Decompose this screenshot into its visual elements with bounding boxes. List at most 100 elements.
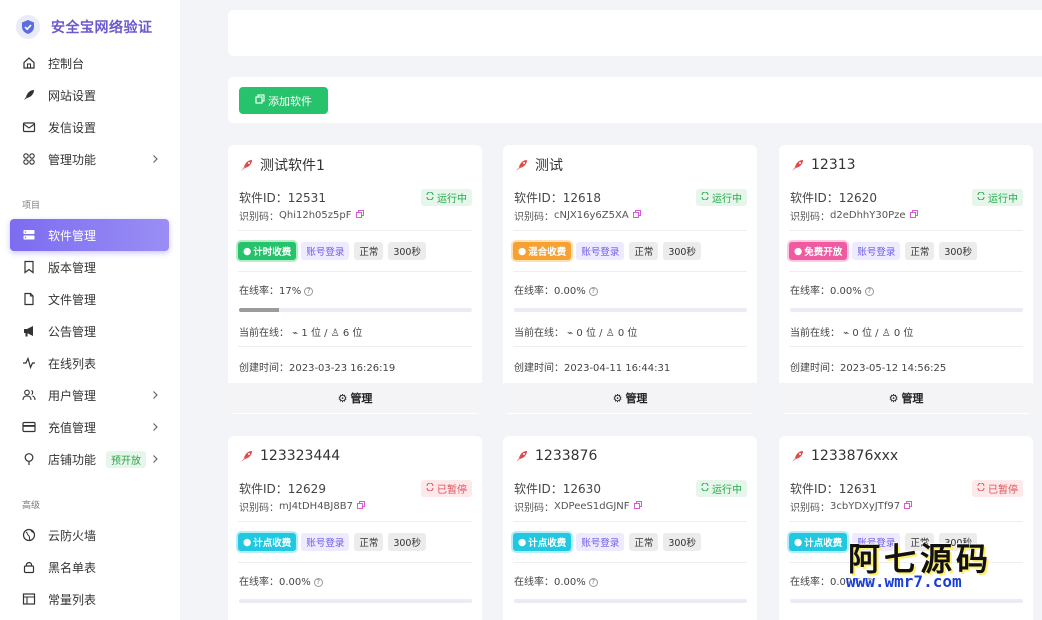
sidebar-item-label: 公告管理 (48, 324, 97, 339)
sidebar-item-shop[interactable]: 店铺功能 预开放 (0, 443, 180, 475)
sidebar-item-firewall[interactable]: 云防火墙 (0, 519, 180, 551)
billing-type-tag: ● 免费开放 (789, 242, 848, 260)
login-mode-tag: 账号登录 (576, 242, 625, 260)
sidebar-item-site-settings[interactable]: 网站设置 (0, 79, 180, 111)
billing-type-tag: ● 计点收费 (238, 533, 297, 551)
status-badge[interactable]: 已暂停 (421, 480, 472, 497)
globe-icon (22, 528, 36, 542)
total-count: 6 位 (342, 328, 363, 339)
sidebar-item-dashboard[interactable]: 控制台 (0, 47, 180, 79)
login-mode-tag: 账号登录 (301, 242, 350, 260)
online-count: 0 位 / (852, 328, 879, 339)
brand[interactable]: 安全宝网络验证 (0, 0, 180, 54)
sidebar-item-management[interactable]: 管理功能 (0, 143, 180, 175)
copy-icon[interactable] (357, 500, 365, 512)
state-tag: 正常 (354, 533, 384, 551)
sidebar-item-mail-settings[interactable]: 发信设置 (0, 111, 180, 143)
manage-button[interactable]: ⚙ 管理 (779, 383, 1033, 413)
software-id: 12631 (838, 482, 877, 496)
status-label: 运行中 (988, 194, 1018, 205)
software-code: d2eDhhY30Pze (830, 209, 906, 221)
users-icon (22, 388, 36, 402)
help-icon[interactable]: ? (313, 577, 323, 587)
status-badge[interactable]: 已暂停 (972, 480, 1023, 497)
sidebar-item-online-list[interactable]: 在线列表 (0, 347, 180, 379)
activity-icon: ⌁ (292, 328, 299, 339)
copy-icon[interactable] (632, 209, 641, 221)
online-rate-row: 在线率：0.00%? (503, 563, 757, 599)
online-rate-label: 在线率： (790, 577, 830, 588)
copy-icon[interactable] (904, 500, 913, 512)
software-card: 123323444 软件ID：12629 已暂停 识别码： mJ4tDH4BJ8B… (228, 436, 482, 620)
software-id-row: 软件ID：12531 运行中 (228, 189, 482, 206)
sync-icon (701, 191, 709, 203)
online-rate-value: 0.00% (554, 577, 586, 588)
heartbeat-tag: 300秒 (663, 242, 701, 260)
online-rate-label: 在线率： (239, 286, 279, 297)
card-header: 1233876xxx (779, 436, 1033, 476)
sidebar-item-software[interactable]: 软件管理 (10, 219, 169, 251)
card-icon (22, 420, 36, 434)
megaphone-icon (22, 324, 36, 338)
sidebar-item-label: 云防火墙 (48, 528, 97, 543)
software-id-row: 软件ID：12618 运行中 (503, 189, 757, 206)
preopen-badge: 预开放 (106, 450, 147, 468)
status-badge[interactable]: 运行中 (972, 189, 1023, 206)
sidebar-item-files[interactable]: 文件管理 (0, 283, 180, 315)
current-online-label: 当前在线： (239, 328, 289, 339)
sidebar-item-recharge[interactable]: 充值管理 (0, 411, 180, 443)
online-rate-value: 0.00% (830, 286, 862, 297)
manage-button[interactable]: ⚙ 管理 (228, 383, 482, 413)
online-rate-label: 在线率： (239, 577, 279, 588)
copy-icon[interactable] (355, 209, 364, 221)
code-label: 识别码： (239, 211, 279, 223)
billing-type-label: 计点收费 (253, 538, 292, 549)
copy-icon[interactable] (909, 209, 918, 221)
login-mode-tag: 账号登录 (301, 533, 350, 551)
online-count: 0 位 / (576, 328, 603, 339)
software-name: 测试 (535, 158, 563, 174)
help-icon[interactable]: ? (588, 286, 598, 296)
status-label: 运行中 (712, 194, 742, 205)
status-label: 已暂停 (988, 485, 1018, 496)
activity-icon (22, 356, 36, 370)
software-id-label: 软件ID： (514, 482, 563, 496)
sidebar-item-versions[interactable]: 版本管理 (0, 251, 180, 283)
help-icon[interactable]: ? (588, 577, 598, 587)
manage-button[interactable]: ⚙ 管理 (503, 383, 757, 413)
software-name: 12313 (811, 157, 856, 173)
sidebar-item-users[interactable]: 用户管理 (0, 379, 180, 411)
sidebar-item-announcements[interactable]: 公告管理 (0, 315, 180, 347)
created-label: 创建时间： (239, 363, 289, 374)
lock-icon (22, 560, 36, 574)
card-header: 测试 (503, 145, 757, 185)
software-id: 12620 (838, 191, 877, 205)
sidebar-item-blacklist[interactable]: 黑名单表 (0, 551, 180, 583)
sidebar-item-constants[interactable]: 常量列表 (0, 583, 180, 615)
login-mode-tag: 账号登录 (576, 533, 625, 551)
sidebar-item-label: 管理功能 (48, 152, 97, 167)
state-tag: 正常 (354, 242, 384, 260)
software-id-row: 软件ID：12630 运行中 (503, 480, 757, 497)
tags-row: ● 计点收费 账号登录 正常 300秒 (228, 522, 482, 562)
status-badge[interactable]: 运行中 (421, 189, 472, 206)
total-count: 0 位 (893, 328, 914, 339)
user-icon: ♙ (330, 328, 340, 339)
online-rate-row: 在线率：0.00%? (779, 272, 1033, 308)
code-row: 识别码： d2eDhhY30Pze (779, 208, 1033, 223)
copy-icon[interactable] (633, 500, 642, 512)
status-badge[interactable]: 运行中 (696, 189, 747, 206)
online-rate-row: 在线率：17%? (228, 272, 482, 308)
software-card: 测试软件1 软件ID：12531 运行中 识别码： Qhi12h05z5pF ● 计… (228, 145, 482, 414)
heartbeat-tag: 300秒 (388, 533, 426, 551)
add-software-button[interactable]: 添加软件 (239, 87, 328, 114)
status-label: 运行中 (437, 194, 467, 205)
help-icon[interactable]: ? (304, 286, 314, 296)
rocket-icon (239, 449, 254, 464)
software-id: 12630 (562, 482, 601, 496)
help-icon[interactable]: ? (864, 286, 874, 296)
rocket-icon (239, 158, 254, 173)
status-badge[interactable]: 运行中 (696, 480, 747, 497)
status-label: 已暂停 (437, 485, 467, 496)
code-label: 识别码： (790, 502, 830, 514)
